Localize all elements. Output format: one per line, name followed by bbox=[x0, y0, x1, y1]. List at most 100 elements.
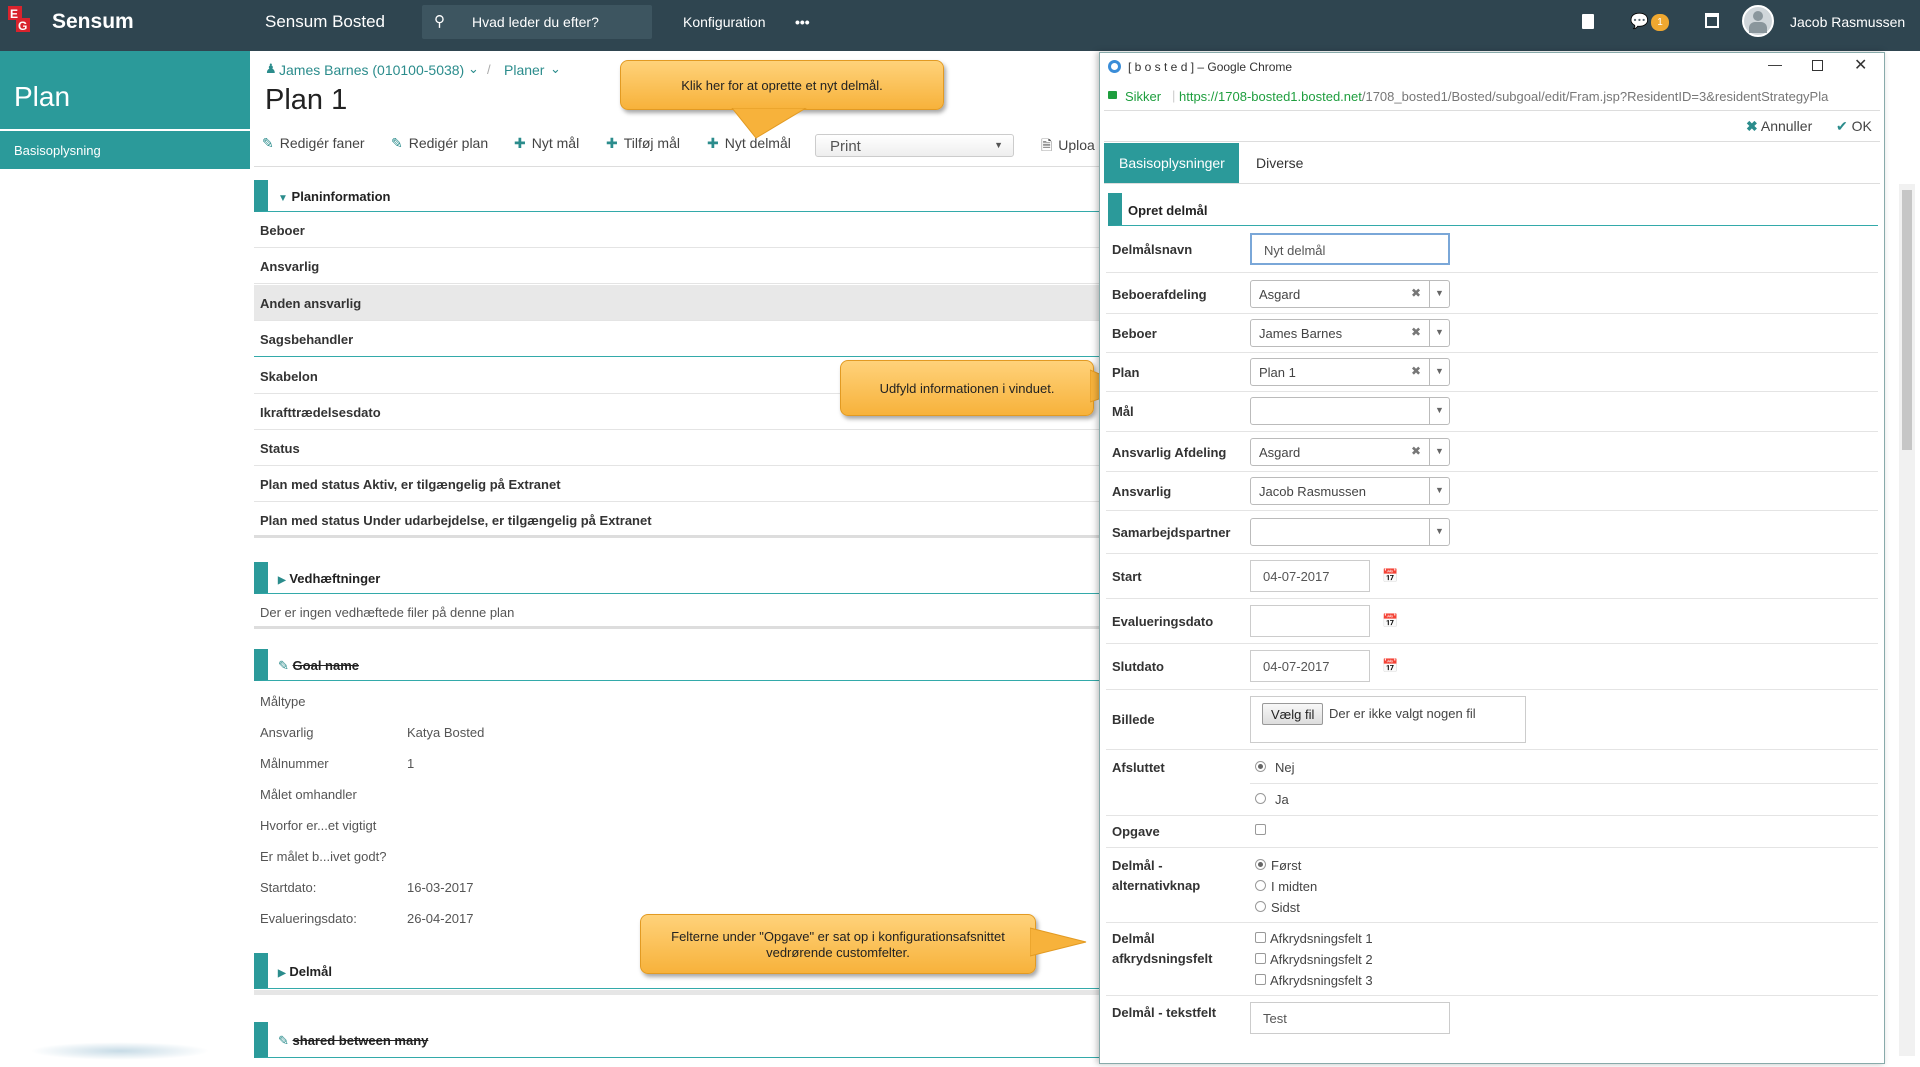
beboerafdeling-select[interactable]: Asgard ✖ ▼ bbox=[1250, 280, 1450, 308]
minimize-icon[interactable]: — bbox=[1768, 56, 1782, 72]
maximize-icon[interactable] bbox=[1812, 60, 1823, 71]
start-date-input[interactable]: 04-07-2017 bbox=[1250, 560, 1370, 592]
breadcrumb-separator: / bbox=[487, 62, 491, 77]
breadcrumb-planer[interactable]: Planer bbox=[504, 62, 544, 78]
konfiguration-menu[interactable]: Konfiguration bbox=[683, 0, 766, 51]
clear-icon[interactable]: ✖ bbox=[1411, 444, 1421, 458]
caret-down-icon[interactable]: ▼ bbox=[1429, 320, 1449, 346]
url-path: /1708_bosted1/Bosted/subgoal/edit/Fram.j… bbox=[1361, 89, 1829, 104]
more-menu-icon[interactable]: ••• bbox=[795, 0, 810, 51]
alt-radio-foerst[interactable] bbox=[1255, 859, 1266, 870]
nyt-maal-label: Nyt mål bbox=[531, 135, 580, 151]
sidebar-item-basisoplysning[interactable]: Basisoplysning bbox=[0, 131, 250, 169]
address-bar[interactable]: https://1708-bosted1.bosted.net/1708_bos… bbox=[1179, 89, 1879, 105]
brand-name[interactable]: Sensum bbox=[52, 0, 134, 51]
app-name[interactable]: Sensum Bosted bbox=[265, 0, 385, 51]
pencil-icon[interactable]: ✎ bbox=[278, 658, 289, 673]
calendar-icon[interactable]: 📅 bbox=[1382, 568, 1398, 584]
search-icon: ⚲ bbox=[434, 13, 445, 30]
calendar-icon[interactable]: 📅 bbox=[1382, 613, 1398, 629]
slutdato-input[interactable]: 04-07-2017 bbox=[1250, 650, 1370, 682]
document-icon[interactable] bbox=[1582, 14, 1594, 29]
caret-down-icon[interactable]: ▼ bbox=[1429, 478, 1449, 504]
alt-radio-i-midten[interactable] bbox=[1255, 880, 1266, 891]
beboer-select[interactable]: James Barnes ✖ ▼ bbox=[1250, 319, 1450, 347]
ansvarlig-select[interactable]: Jacob Rasmussen ▼ bbox=[1250, 477, 1450, 505]
delmaal-tekstfelt-input[interactable]: Test bbox=[1250, 1002, 1450, 1034]
caret-down-icon[interactable]: ▼ bbox=[1429, 359, 1449, 385]
caret-right-icon: ▶ bbox=[278, 575, 286, 586]
goal-row-label: Målnummer bbox=[260, 756, 329, 771]
afsluttet-ja-label: Ja bbox=[1275, 792, 1289, 807]
maal-select[interactable]: ▼ bbox=[1250, 397, 1450, 425]
person-icon: ♟ bbox=[265, 61, 277, 76]
ansvarlig-value: Jacob Rasmussen bbox=[1259, 484, 1366, 499]
avatar[interactable] bbox=[1742, 5, 1774, 37]
shared-title: shared between many bbox=[292, 1033, 429, 1048]
annuller-button[interactable]: ✖ Annuller bbox=[1746, 118, 1812, 135]
planinfo-row-extranet-aktiv: Plan med status Aktiv, er tilgængelig på… bbox=[254, 466, 1104, 502]
scrollbar-thumb[interactable] bbox=[1902, 190, 1912, 450]
search-input[interactable]: Hvad leder du efter? bbox=[472, 14, 599, 30]
caret-down-icon[interactable]: ▼ bbox=[1429, 281, 1449, 307]
tilfoej-maal-label: Tilføj mål bbox=[623, 135, 680, 151]
delmaalsnavn-input[interactable]: Nyt delmål bbox=[1250, 233, 1450, 265]
caret-down-icon[interactable]: ▼ bbox=[1429, 519, 1449, 545]
clear-icon[interactable]: ✖ bbox=[1411, 286, 1421, 300]
shared-header[interactable]: ✎ shared between many bbox=[254, 1022, 1104, 1058]
samarbejdspartner-select[interactable]: ▼ bbox=[1250, 518, 1450, 546]
planinformation-header[interactable]: ▼ Planinformation bbox=[254, 180, 1104, 212]
tab-diverse[interactable]: Diverse bbox=[1256, 155, 1303, 171]
afsluttet-label: Afsluttet bbox=[1112, 760, 1165, 775]
choose-file-button[interactable]: Vælg fil bbox=[1262, 703, 1324, 725]
chat-icon[interactable]: 💬 bbox=[1630, 12, 1649, 30]
vedhaeftninger-empty-text: Der er ingen vedhæftede filer på denne p… bbox=[254, 597, 1104, 629]
calendar-icon[interactable]: 📅 bbox=[1382, 658, 1398, 674]
tab-basisoplysninger[interactable]: Basisoplysninger bbox=[1104, 143, 1239, 184]
goal-row: Er målet b...ivet godt? bbox=[254, 841, 1104, 872]
breadcrumb-resident[interactable]: James Barnes (010100-5038) bbox=[279, 62, 464, 78]
rediger-plan-button[interactable]: ✎ Redigér plan bbox=[391, 135, 488, 152]
caret-down-icon[interactable]: ▼ bbox=[1429, 398, 1449, 424]
goal-title: Goal name bbox=[292, 658, 359, 673]
goal-row-label: Måltype bbox=[260, 694, 306, 709]
afkryds-checkbox-3[interactable] bbox=[1255, 974, 1266, 985]
opgave-checkbox[interactable] bbox=[1255, 824, 1266, 835]
vedhaeftninger-header[interactable]: ▶ Vedhæftninger bbox=[254, 562, 1104, 594]
close-icon: ✖ bbox=[1746, 118, 1758, 134]
alt-radio-sidst[interactable] bbox=[1255, 901, 1266, 912]
afkryds-checkbox-1[interactable] bbox=[1255, 932, 1266, 943]
close-icon[interactable]: ✕ bbox=[1854, 55, 1867, 75]
ok-button[interactable]: ✔ OK bbox=[1836, 118, 1872, 135]
beboerafdeling-label: Beboerafdeling bbox=[1112, 287, 1207, 302]
chevron-down-icon[interactable]: ⌄ bbox=[550, 61, 561, 77]
top-navigation-bar: E G Sensum Sensum Bosted ⚲ Hvad leder du… bbox=[0, 0, 1920, 51]
nyt-maal-button[interactable]: ✚ Nyt mål bbox=[514, 135, 579, 152]
goal-row: Ansvarlig Katya Bosted bbox=[254, 717, 1104, 748]
search-box[interactable]: ⚲ Hvad leder du efter? bbox=[422, 5, 652, 39]
caret-down-icon[interactable]: ▼ bbox=[1429, 439, 1449, 465]
notification-badge[interactable]: 1 bbox=[1651, 14, 1669, 31]
clear-icon[interactable]: ✖ bbox=[1411, 364, 1421, 378]
ansvarlig-afdeling-select[interactable]: Asgard ✖ ▼ bbox=[1250, 438, 1450, 466]
delmaalsnavn-label: Delmålsnavn bbox=[1112, 242, 1193, 257]
print-select[interactable]: Print ▼ bbox=[815, 134, 1014, 157]
chevron-down-icon[interactable]: ⌄ bbox=[468, 61, 479, 77]
rediger-faner-button[interactable]: ✎ Redigér faner bbox=[262, 135, 365, 152]
goal-header[interactable]: ✎ Goal name bbox=[254, 649, 1104, 681]
goal-row-value: 1 bbox=[407, 756, 415, 771]
clear-icon[interactable]: ✖ bbox=[1411, 325, 1421, 339]
pencil-icon[interactable]: ✎ bbox=[278, 1033, 289, 1048]
goal-row: Startdato: 16-03-2017 bbox=[254, 872, 1104, 903]
goal-row-label: Startdato: bbox=[260, 880, 317, 895]
caret-right-icon: ▶ bbox=[278, 968, 286, 979]
tilfoej-maal-button[interactable]: ✚ Tilføj mål bbox=[606, 135, 680, 152]
calendar-icon[interactable] bbox=[1705, 13, 1719, 28]
afsluttet-nej-radio[interactable] bbox=[1255, 761, 1266, 772]
afsluttet-ja-radio[interactable] bbox=[1255, 793, 1266, 804]
afkryds-checkbox-2[interactable] bbox=[1255, 953, 1266, 964]
upload-button[interactable]: 🗎 Uploa bbox=[1041, 135, 1095, 159]
user-name[interactable]: Jacob Rasmussen bbox=[1790, 0, 1905, 51]
evalueringsdato-input[interactable] bbox=[1250, 605, 1370, 637]
plan-select[interactable]: Plan 1 ✖ ▼ bbox=[1250, 358, 1450, 386]
